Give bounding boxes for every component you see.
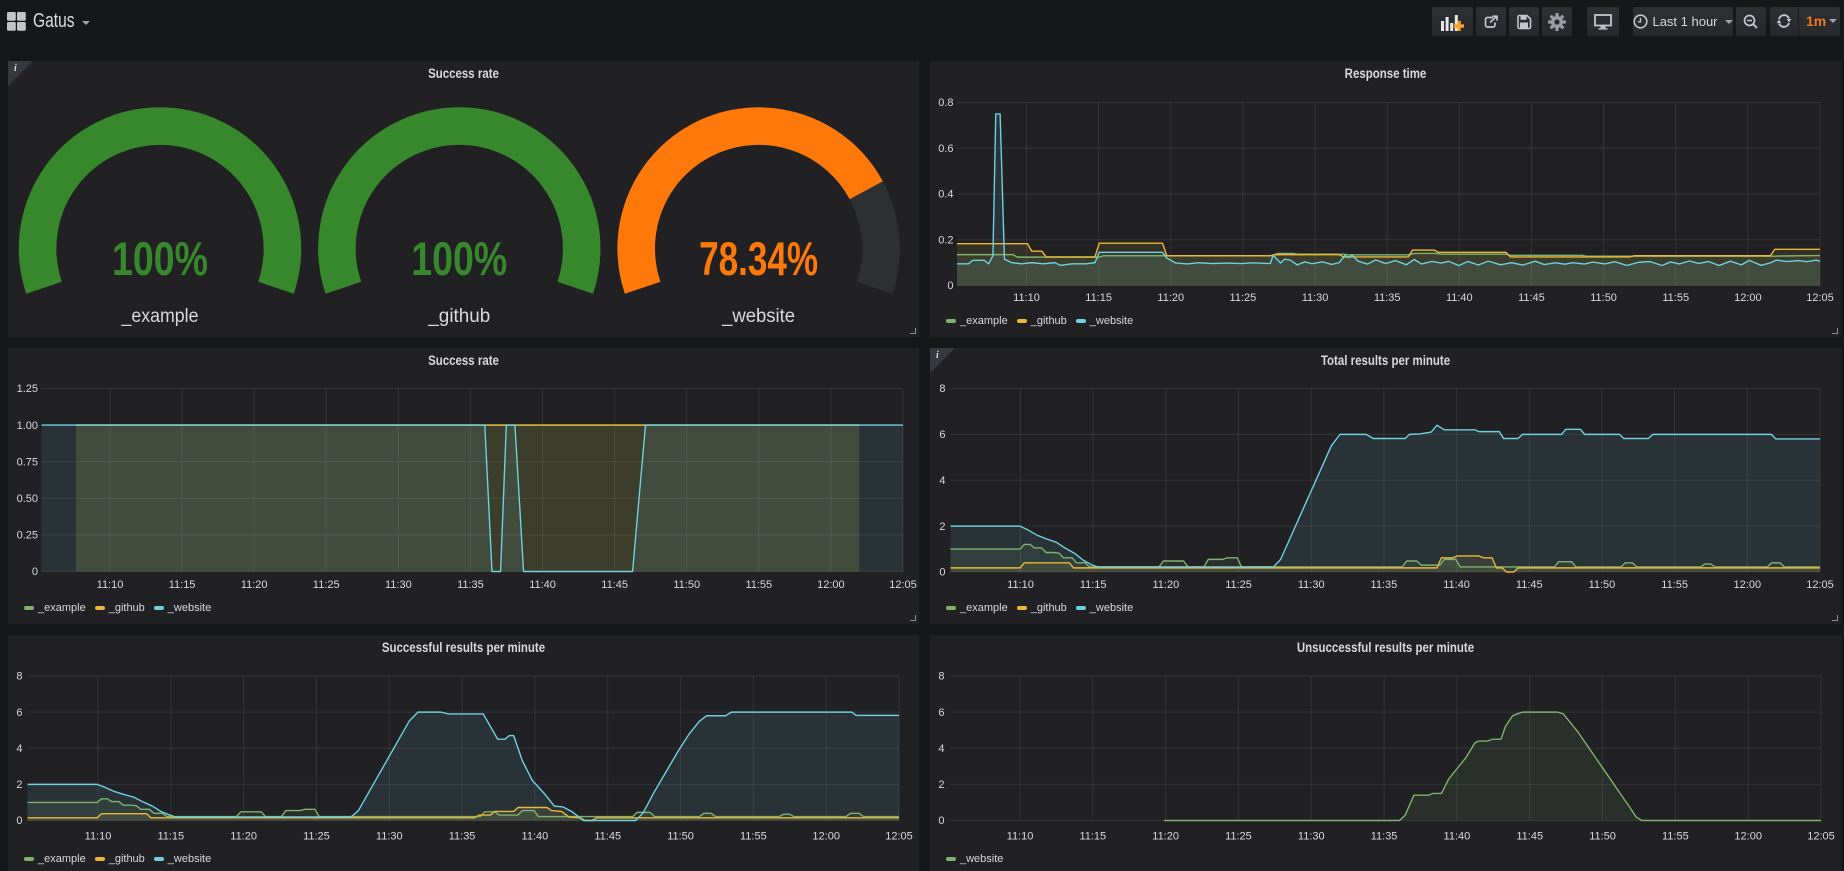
svg-text:12:05: 12:05: [1807, 830, 1835, 842]
svg-text:100%: 100%: [411, 232, 507, 285]
svg-text:0.6: 0.6: [938, 142, 953, 154]
svg-text:1.00: 1.00: [17, 419, 38, 431]
svg-text:11:10: 11:10: [85, 830, 112, 842]
svg-text:11:15: 11:15: [169, 579, 196, 591]
svg-text:0.4: 0.4: [938, 188, 953, 200]
svg-text:11:30: 11:30: [385, 579, 412, 591]
svg-text:0.2: 0.2: [938, 234, 953, 246]
svg-text:11:25: 11:25: [1225, 579, 1252, 591]
svg-text:11:55: 11:55: [745, 579, 772, 591]
svg-text:6: 6: [16, 706, 22, 718]
svg-text:11:20: 11:20: [1153, 579, 1180, 591]
svg-text:11:20: 11:20: [1152, 830, 1179, 842]
svg-text:11:30: 11:30: [1298, 830, 1325, 842]
svg-text:12:00: 12:00: [812, 830, 840, 842]
svg-text:11:10: 11:10: [1007, 830, 1034, 842]
svg-text:8: 8: [16, 670, 22, 682]
svg-text:4: 4: [16, 742, 22, 754]
svg-text:12:05: 12:05: [885, 830, 913, 842]
svg-text:11:50: 11:50: [1590, 292, 1617, 304]
svg-text:2: 2: [938, 779, 944, 791]
svg-text:11:40: 11:40: [1444, 830, 1471, 842]
svg-text:11:25: 11:25: [1230, 292, 1257, 304]
svg-text:11:50: 11:50: [673, 579, 700, 591]
svg-text:12:00: 12:00: [1734, 292, 1762, 304]
svg-text:11:35: 11:35: [449, 830, 476, 842]
svg-text:12:05: 12:05: [889, 579, 917, 591]
svg-text:0.8: 0.8: [938, 97, 953, 109]
svg-text:11:40: 11:40: [522, 830, 549, 842]
svg-text:11:20: 11:20: [1157, 292, 1184, 304]
svg-text:4: 4: [938, 742, 944, 754]
svg-text:12:00: 12:00: [1734, 579, 1762, 591]
svg-text:11:15: 11:15: [1080, 579, 1107, 591]
svg-text:12:00: 12:00: [1734, 830, 1762, 842]
svg-text:0: 0: [939, 566, 945, 578]
svg-text:_example: _example: [121, 306, 199, 327]
svg-text:11:10: 11:10: [1007, 579, 1034, 591]
svg-text:11:25: 11:25: [1225, 830, 1252, 842]
svg-text:0: 0: [32, 566, 38, 578]
svg-text:11:40: 11:40: [1443, 579, 1470, 591]
svg-text:11:50: 11:50: [667, 830, 694, 842]
svg-text:11:45: 11:45: [1516, 830, 1543, 842]
svg-text:6: 6: [939, 429, 945, 441]
svg-text:8: 8: [939, 383, 945, 395]
svg-text:11:35: 11:35: [1374, 292, 1401, 304]
svg-text:0: 0: [947, 280, 953, 292]
svg-text:11:45: 11:45: [594, 830, 621, 842]
svg-text:_website: _website: [721, 306, 795, 327]
svg-text:0: 0: [938, 815, 944, 827]
svg-text:_github: _github: [427, 306, 490, 327]
svg-text:12:05: 12:05: [1806, 579, 1834, 591]
svg-text:0: 0: [16, 815, 22, 827]
svg-text:11:55: 11:55: [1662, 830, 1689, 842]
svg-text:11:50: 11:50: [1589, 830, 1616, 842]
svg-text:11:25: 11:25: [313, 579, 340, 591]
svg-text:11:55: 11:55: [1662, 292, 1689, 304]
svg-text:11:35: 11:35: [457, 579, 484, 591]
svg-text:11:35: 11:35: [1371, 579, 1398, 591]
svg-text:12:05: 12:05: [1806, 292, 1834, 304]
svg-text:8: 8: [938, 670, 944, 682]
svg-text:11:30: 11:30: [1298, 579, 1325, 591]
svg-text:11:45: 11:45: [1516, 579, 1543, 591]
svg-text:11:40: 11:40: [1446, 292, 1473, 304]
svg-text:0.50: 0.50: [17, 493, 38, 505]
svg-text:11:10: 11:10: [97, 579, 124, 591]
svg-text:2: 2: [939, 520, 945, 532]
svg-text:11:15: 11:15: [1085, 292, 1112, 304]
svg-text:11:45: 11:45: [1518, 292, 1545, 304]
svg-text:11:55: 11:55: [1661, 579, 1688, 591]
svg-text:4: 4: [939, 474, 945, 486]
svg-text:100%: 100%: [112, 232, 208, 285]
svg-text:11:50: 11:50: [1589, 579, 1616, 591]
svg-text:11:20: 11:20: [230, 830, 257, 842]
svg-text:11:55: 11:55: [740, 830, 767, 842]
svg-text:0.25: 0.25: [17, 529, 38, 541]
svg-text:2: 2: [16, 779, 22, 791]
svg-text:11:15: 11:15: [1079, 830, 1106, 842]
svg-text:6: 6: [938, 706, 944, 718]
svg-text:1.25: 1.25: [17, 383, 38, 395]
svg-text:11:40: 11:40: [529, 579, 556, 591]
svg-text:11:20: 11:20: [241, 579, 268, 591]
svg-text:11:35: 11:35: [1371, 830, 1398, 842]
svg-text:11:45: 11:45: [601, 579, 628, 591]
svg-text:11:10: 11:10: [1013, 292, 1040, 304]
svg-text:0.75: 0.75: [17, 456, 38, 468]
svg-text:11:30: 11:30: [376, 830, 403, 842]
svg-text:78.34%: 78.34%: [699, 232, 818, 285]
svg-text:11:15: 11:15: [157, 830, 184, 842]
svg-text:11:30: 11:30: [1302, 292, 1329, 304]
svg-text:11:25: 11:25: [303, 830, 330, 842]
svg-text:12:00: 12:00: [817, 579, 845, 591]
